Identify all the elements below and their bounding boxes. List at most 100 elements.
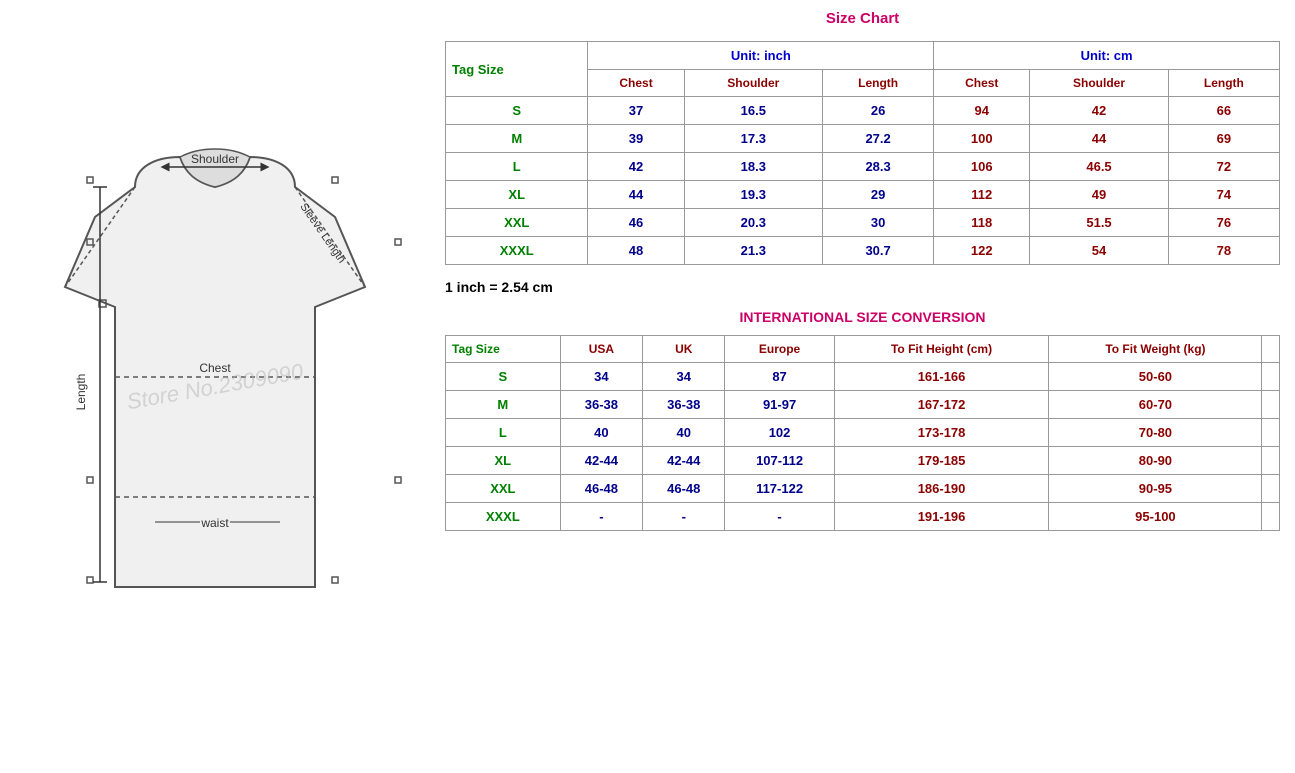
size-chart-row: XXL 46 20.3 30 118 51.5 76 bbox=[446, 209, 1280, 237]
intl-row: XL 42-44 42-44 107-112 179-185 80-90 bbox=[446, 447, 1280, 475]
tag-size-cell: L bbox=[446, 153, 588, 181]
cm-shoulder-cell: 54 bbox=[1030, 237, 1168, 265]
cm-length-cell: 74 bbox=[1168, 181, 1279, 209]
unit-header-row: Tag Size Unit: inch Unit: cm bbox=[446, 42, 1280, 70]
inch-shoulder-cell: 20.3 bbox=[684, 209, 822, 237]
tshirt-svg: Shoulder Length Chest waist Sleeve Lengt… bbox=[25, 107, 405, 667]
cm-chest-cell: 122 bbox=[934, 237, 1030, 265]
cm-chest-header: Chest bbox=[934, 70, 1030, 97]
intl-extra-header bbox=[1262, 336, 1280, 363]
intl-tag-cell: S bbox=[446, 363, 561, 391]
tag-size-cell: XXL bbox=[446, 209, 588, 237]
cm-chest-cell: 112 bbox=[934, 181, 1030, 209]
inch-length-header: Length bbox=[823, 70, 934, 97]
cm-length-cell: 76 bbox=[1168, 209, 1279, 237]
size-chart-row: M 39 17.3 27.2 100 44 69 bbox=[446, 125, 1280, 153]
cm-length-cell: 72 bbox=[1168, 153, 1279, 181]
inch-length-cell: 28.3 bbox=[823, 153, 934, 181]
inch-shoulder-cell: 18.3 bbox=[684, 153, 822, 181]
intl-weight-header: To Fit Weight (kg) bbox=[1049, 336, 1262, 363]
intl-europe-header: Europe bbox=[725, 336, 834, 363]
inch-shoulder-cell: 16.5 bbox=[684, 97, 822, 125]
size-chart-row: XL 44 19.3 29 112 49 74 bbox=[446, 181, 1280, 209]
cm-length-cell: 69 bbox=[1168, 125, 1279, 153]
intl-extra-cell bbox=[1262, 363, 1280, 391]
tshirt-container: Shoulder Length Chest waist Sleeve Lengt… bbox=[25, 107, 405, 667]
intl-row: XXXL - - - 191-196 95-100 bbox=[446, 503, 1280, 531]
intl-uk-cell: 42-44 bbox=[643, 447, 725, 475]
inch-chest-cell: 39 bbox=[588, 125, 684, 153]
tag-size-cell: M bbox=[446, 125, 588, 153]
intl-usa-cell: 42-44 bbox=[560, 447, 642, 475]
cm-shoulder-cell: 42 bbox=[1030, 97, 1168, 125]
size-chart-table: Tag Size Unit: inch Unit: cm Chest Shoul… bbox=[445, 41, 1280, 265]
intl-weight-cell: 80-90 bbox=[1049, 447, 1262, 475]
cm-shoulder-cell: 46.5 bbox=[1030, 153, 1168, 181]
svg-text:waist: waist bbox=[200, 516, 229, 530]
cm-chest-cell: 100 bbox=[934, 125, 1030, 153]
intl-usa-cell: 46-48 bbox=[560, 475, 642, 503]
intl-uk-cell: 36-38 bbox=[643, 391, 725, 419]
intl-tag-cell: XXL bbox=[446, 475, 561, 503]
svg-text:Shoulder: Shoulder bbox=[191, 152, 239, 166]
inch-chest-cell: 46 bbox=[588, 209, 684, 237]
unit-inch-header: Unit: inch bbox=[588, 42, 934, 70]
tag-size-cell: XXXL bbox=[446, 237, 588, 265]
intl-conversion-table: Tag Size USA UK Europe To Fit Height (cm… bbox=[445, 335, 1280, 531]
intl-usa-cell: 36-38 bbox=[560, 391, 642, 419]
intl-row: M 36-38 36-38 91-97 167-172 60-70 bbox=[446, 391, 1280, 419]
inch-chest-cell: 48 bbox=[588, 237, 684, 265]
inch-chest-header: Chest bbox=[588, 70, 684, 97]
cm-chest-cell: 118 bbox=[934, 209, 1030, 237]
intl-extra-cell bbox=[1262, 391, 1280, 419]
cm-chest-cell: 94 bbox=[934, 97, 1030, 125]
intl-weight-cell: 50-60 bbox=[1049, 363, 1262, 391]
intl-usa-cell: 40 bbox=[560, 419, 642, 447]
inch-shoulder-cell: 17.3 bbox=[684, 125, 822, 153]
inch-chest-cell: 37 bbox=[588, 97, 684, 125]
intl-tag-cell: L bbox=[446, 419, 561, 447]
inch-length-cell: 27.2 bbox=[823, 125, 934, 153]
size-chart-row: L 42 18.3 28.3 106 46.5 72 bbox=[446, 153, 1280, 181]
cm-shoulder-cell: 49 bbox=[1030, 181, 1168, 209]
tshirt-diagram-panel: Shoulder Length Chest waist Sleeve Lengt… bbox=[0, 0, 430, 773]
intl-height-cell: 191-196 bbox=[834, 503, 1049, 531]
intl-uk-cell: - bbox=[643, 503, 725, 531]
intl-extra-cell bbox=[1262, 419, 1280, 447]
intl-row: L 40 40 102 173-178 70-80 bbox=[446, 419, 1280, 447]
intl-height-header: To Fit Height (cm) bbox=[834, 336, 1049, 363]
intl-extra-cell bbox=[1262, 503, 1280, 531]
cm-shoulder-cell: 44 bbox=[1030, 125, 1168, 153]
intl-extra-cell bbox=[1262, 475, 1280, 503]
intl-europe-cell: 87 bbox=[725, 363, 834, 391]
intl-weight-cell: 60-70 bbox=[1049, 391, 1262, 419]
cm-chest-cell: 106 bbox=[934, 153, 1030, 181]
inch-shoulder-header: Shoulder bbox=[684, 70, 822, 97]
intl-height-cell: 161-166 bbox=[834, 363, 1049, 391]
intl-row: XXL 46-48 46-48 117-122 186-190 90-95 bbox=[446, 475, 1280, 503]
inch-chest-cell: 44 bbox=[588, 181, 684, 209]
intl-tag-cell: XL bbox=[446, 447, 561, 475]
intl-europe-cell: - bbox=[725, 503, 834, 531]
intl-weight-cell: 90-95 bbox=[1049, 475, 1262, 503]
size-chart-row: S 37 16.5 26 94 42 66 bbox=[446, 97, 1280, 125]
cm-shoulder-cell: 51.5 bbox=[1030, 209, 1168, 237]
intl-europe-cell: 102 bbox=[725, 419, 834, 447]
intl-height-cell: 173-178 bbox=[834, 419, 1049, 447]
intl-europe-cell: 91-97 bbox=[725, 391, 834, 419]
size-chart-title: Size Chart bbox=[445, 10, 1280, 27]
inch-shoulder-cell: 19.3 bbox=[684, 181, 822, 209]
inch-chest-cell: 42 bbox=[588, 153, 684, 181]
intl-uk-cell: 34 bbox=[643, 363, 725, 391]
tag-size-cell: XL bbox=[446, 181, 588, 209]
cm-length-cell: 78 bbox=[1168, 237, 1279, 265]
intl-weight-cell: 70-80 bbox=[1049, 419, 1262, 447]
inch-length-cell: 30.7 bbox=[823, 237, 934, 265]
intl-europe-cell: 117-122 bbox=[725, 475, 834, 503]
right-panel: Size Chart Tag Size Unit: inch Unit: cm … bbox=[430, 0, 1295, 773]
intl-row: S 34 34 87 161-166 50-60 bbox=[446, 363, 1280, 391]
conversion-note: 1 inch = 2.54 cm bbox=[445, 275, 1280, 299]
intl-header-row: Tag Size USA UK Europe To Fit Height (cm… bbox=[446, 336, 1280, 363]
intl-height-cell: 167-172 bbox=[834, 391, 1049, 419]
intl-tag-header: Tag Size bbox=[446, 336, 561, 363]
